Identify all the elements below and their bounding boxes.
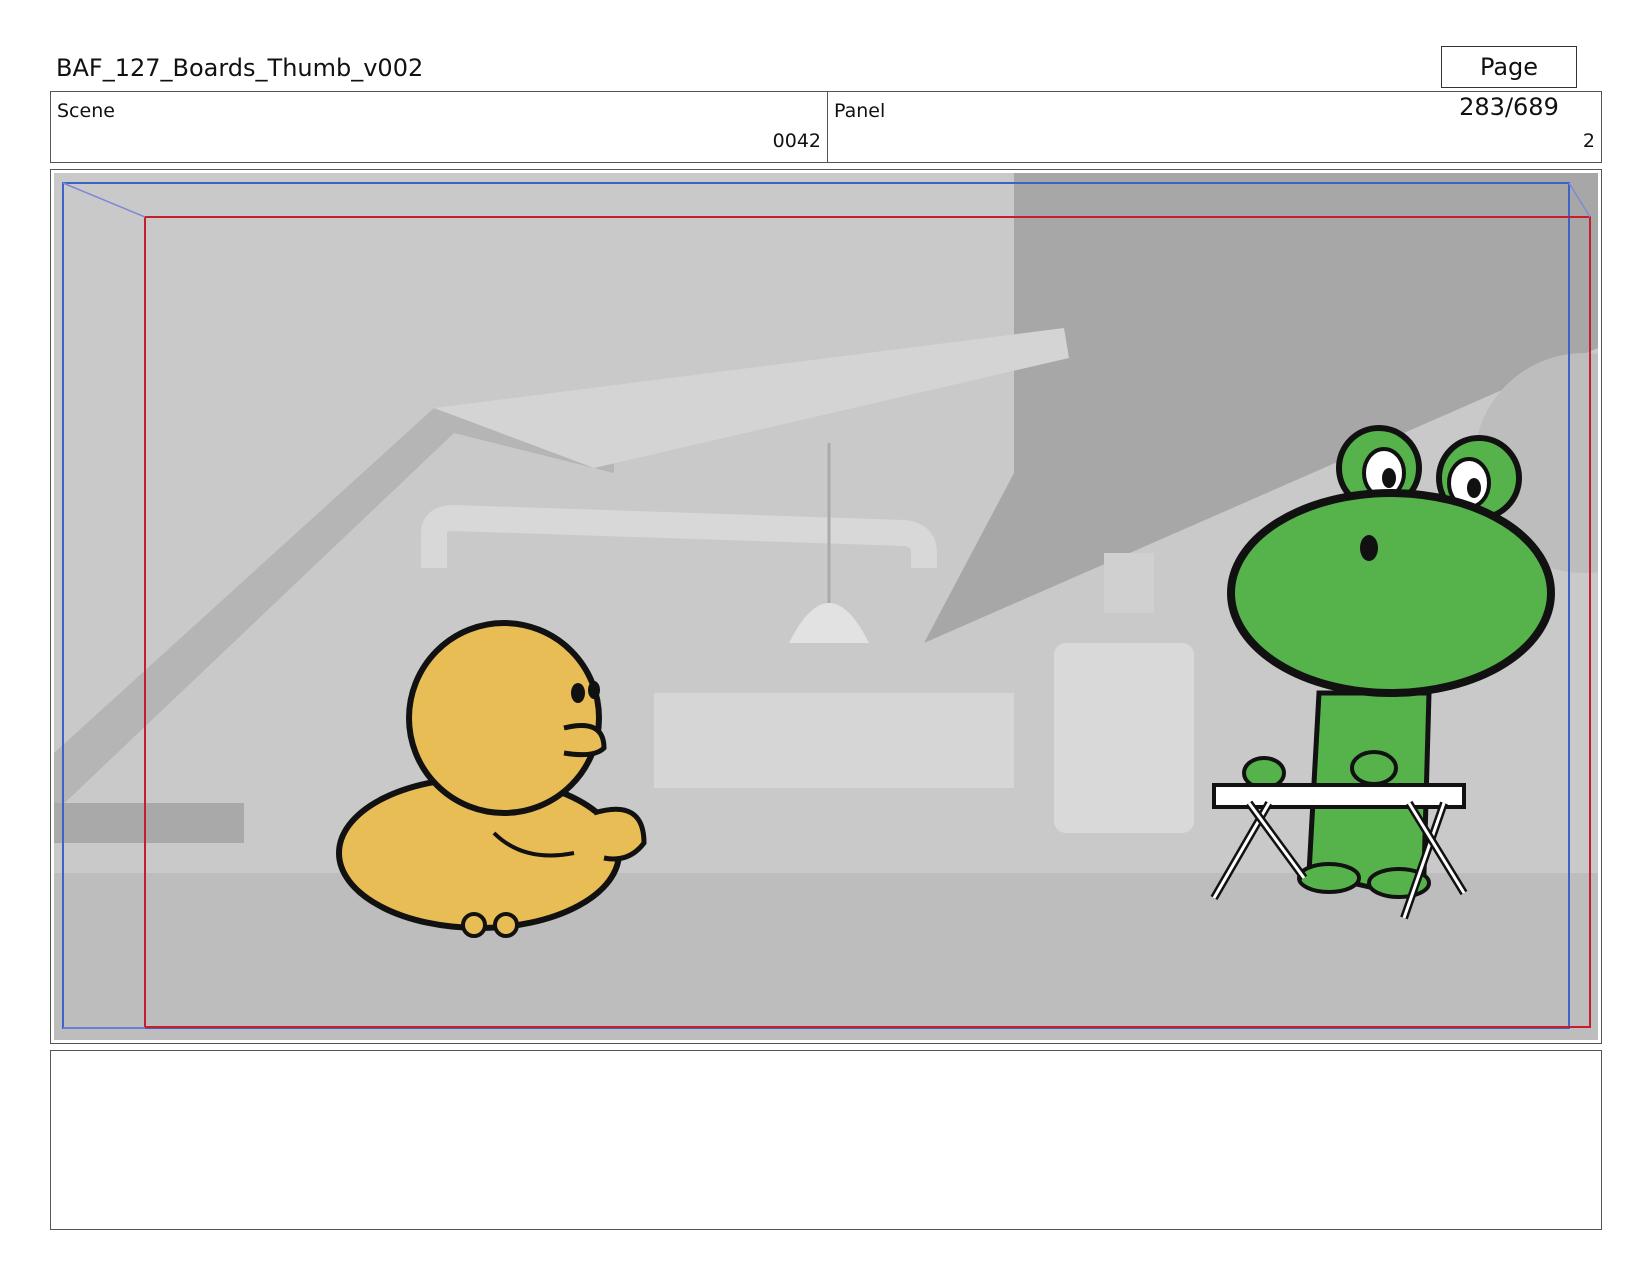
kitchen-counter — [654, 693, 1014, 788]
storyboard-panel-image — [54, 173, 1598, 1040]
scene-number: 0042 — [772, 130, 821, 152]
lab-table — [54, 803, 244, 843]
scene-label: Scene — [57, 100, 115, 122]
page-number: Page 283/689 — [1441, 46, 1577, 121]
notes-box — [50, 1050, 1602, 1230]
wall-fan — [1104, 553, 1154, 613]
panel-number: 2 — [1582, 130, 1595, 152]
floor — [54, 873, 1598, 1040]
panel-label: Panel — [834, 100, 886, 122]
scene-cell: Scene 0042 — [51, 92, 828, 162]
storyboard-frame — [50, 169, 1602, 1044]
refrigerator — [1054, 643, 1194, 833]
document-title: BAF_127_Boards_Thumb_v002 — [56, 54, 424, 82]
panel-cell: Panel 2 — [828, 92, 1601, 162]
info-row: Scene 0042 Panel 2 — [50, 91, 1602, 163]
